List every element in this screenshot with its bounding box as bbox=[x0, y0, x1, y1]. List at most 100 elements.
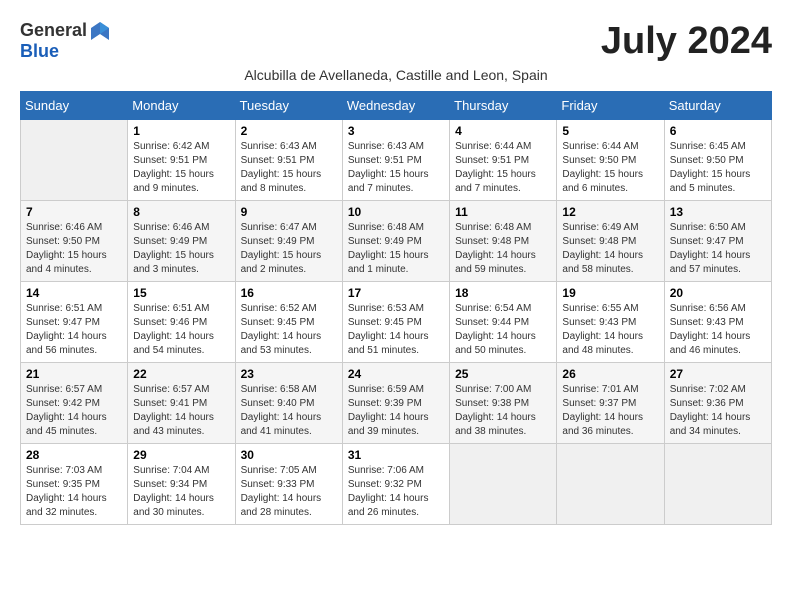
day-info: Sunrise: 6:49 AM Sunset: 9:48 PM Dayligh… bbox=[562, 221, 658, 277]
day-info: Sunrise: 6:53 AM Sunset: 9:45 PM Dayligh… bbox=[348, 302, 444, 358]
calendar-cell: 29 Sunrise: 7:04 AM Sunset: 9:34 PM Dayli… bbox=[128, 444, 235, 525]
day-number: 5 bbox=[562, 124, 658, 138]
calendar-cell: 30Sunrise: 7:05 AM Sunset: 9:33 PM Dayli… bbox=[235, 444, 342, 525]
calendar-week-4: 21 Sunrise: 6:57 AM Sunset: 9:42 PM Dayli… bbox=[21, 363, 772, 444]
calendar-cell: 26 Sunrise: 7:01 AM Sunset: 9:37 PM Dayli… bbox=[557, 363, 664, 444]
page-header: General Blue July 2024 bbox=[20, 20, 772, 63]
calendar-week-3: 14 Sunrise: 6:51 AM Sunset: 9:47 PM Dayli… bbox=[21, 282, 772, 363]
day-info: Sunrise: 6:44 AM Sunset: 9:51 PM Dayligh… bbox=[455, 140, 551, 196]
day-info: Sunrise: 7:02 AM Sunset: 9:36 PM Dayligh… bbox=[670, 383, 766, 439]
day-number: 26 bbox=[562, 367, 658, 381]
day-info: Sunrise: 6:57 AM Sunset: 9:42 PM Dayligh… bbox=[26, 383, 122, 439]
day-info: Sunrise: 6:50 AM Sunset: 9:47 PM Dayligh… bbox=[670, 221, 766, 277]
day-number: 29 bbox=[133, 448, 229, 462]
day-info: Sunrise: 6:57 AM Sunset: 9:41 PM Dayligh… bbox=[133, 383, 229, 439]
calendar-cell: 10 Sunrise: 6:48 AM Sunset: 9:49 PM Dayli… bbox=[342, 201, 449, 282]
calendar-cell: 14 Sunrise: 6:51 AM Sunset: 9:47 PM Dayli… bbox=[21, 282, 128, 363]
day-number: 6 bbox=[670, 124, 766, 138]
calendar-cell: 22 Sunrise: 6:57 AM Sunset: 9:41 PM Dayli… bbox=[128, 363, 235, 444]
day-info: Sunrise: 6:52 AM Sunset: 9:45 PM Dayligh… bbox=[241, 302, 337, 358]
day-number: 3 bbox=[348, 124, 444, 138]
day-header-sunday: Sunday bbox=[21, 92, 128, 120]
calendar-cell: 3 Sunrise: 6:43 AM Sunset: 9:51 PM Daylig… bbox=[342, 120, 449, 201]
day-number: 19 bbox=[562, 286, 658, 300]
day-number: 7 bbox=[26, 205, 122, 219]
day-info: Sunrise: 6:51 AM Sunset: 9:46 PM Dayligh… bbox=[133, 302, 229, 358]
header-row: SundayMondayTuesdayWednesdayThursdayFrid… bbox=[21, 92, 772, 120]
day-number: 4 bbox=[455, 124, 551, 138]
day-number: 18 bbox=[455, 286, 551, 300]
calendar-cell: 13 Sunrise: 6:50 AM Sunset: 9:47 PM Dayli… bbox=[664, 201, 771, 282]
day-number: 27 bbox=[670, 367, 766, 381]
day-info: Sunrise: 7:06 AM Sunset: 9:32 PM Dayligh… bbox=[348, 464, 444, 520]
calendar-cell: 28 Sunrise: 7:03 AM Sunset: 9:35 PM Dayli… bbox=[21, 444, 128, 525]
day-header-wednesday: Wednesday bbox=[342, 92, 449, 120]
day-header-monday: Monday bbox=[128, 92, 235, 120]
calendar-cell: 9 Sunrise: 6:47 AM Sunset: 9:49 PM Daylig… bbox=[235, 201, 342, 282]
day-info: Sunrise: 6:48 AM Sunset: 9:48 PM Dayligh… bbox=[455, 221, 551, 277]
calendar-cell: 20 Sunrise: 6:56 AM Sunset: 9:43 PM Dayli… bbox=[664, 282, 771, 363]
day-number: 14 bbox=[26, 286, 122, 300]
day-info: Sunrise: 6:59 AM Sunset: 9:39 PM Dayligh… bbox=[348, 383, 444, 439]
month-title: July 2024 bbox=[601, 20, 772, 63]
calendar-cell: 24Sunrise: 6:59 AM Sunset: 9:39 PM Dayli… bbox=[342, 363, 449, 444]
calendar-cell: 21 Sunrise: 6:57 AM Sunset: 9:42 PM Dayli… bbox=[21, 363, 128, 444]
calendar-cell: 27 Sunrise: 7:02 AM Sunset: 9:36 PM Dayli… bbox=[664, 363, 771, 444]
day-number: 8 bbox=[133, 205, 229, 219]
calendar-cell: 25Sunrise: 7:00 AM Sunset: 9:38 PM Dayli… bbox=[450, 363, 557, 444]
day-number: 9 bbox=[241, 205, 337, 219]
calendar-cell: 7Sunrise: 6:46 AM Sunset: 9:50 PM Daylig… bbox=[21, 201, 128, 282]
day-number: 17 bbox=[348, 286, 444, 300]
calendar-cell: 5Sunrise: 6:44 AM Sunset: 9:50 PM Daylig… bbox=[557, 120, 664, 201]
calendar-cell: 2 Sunrise: 6:43 AM Sunset: 9:51 PM Daylig… bbox=[235, 120, 342, 201]
day-info: Sunrise: 6:55 AM Sunset: 9:43 PM Dayligh… bbox=[562, 302, 658, 358]
day-info: Sunrise: 6:43 AM Sunset: 9:51 PM Dayligh… bbox=[241, 140, 337, 196]
day-number: 16 bbox=[241, 286, 337, 300]
subtitle: Alcubilla de Avellaneda, Castille and Le… bbox=[20, 67, 772, 83]
day-number: 25 bbox=[455, 367, 551, 381]
day-info: Sunrise: 6:43 AM Sunset: 9:51 PM Dayligh… bbox=[348, 140, 444, 196]
calendar-cell: 11Sunrise: 6:48 AM Sunset: 9:48 PM Dayli… bbox=[450, 201, 557, 282]
day-info: Sunrise: 7:03 AM Sunset: 9:35 PM Dayligh… bbox=[26, 464, 122, 520]
logo-general: General bbox=[20, 21, 87, 41]
day-number: 10 bbox=[348, 205, 444, 219]
calendar-cell: 23Sunrise: 6:58 AM Sunset: 9:40 PM Dayli… bbox=[235, 363, 342, 444]
day-info: Sunrise: 7:01 AM Sunset: 9:37 PM Dayligh… bbox=[562, 383, 658, 439]
day-header-saturday: Saturday bbox=[664, 92, 771, 120]
calendar-table: SundayMondayTuesdayWednesdayThursdayFrid… bbox=[20, 91, 772, 525]
day-number: 15 bbox=[133, 286, 229, 300]
calendar-cell: 31 Sunrise: 7:06 AM Sunset: 9:32 PM Dayli… bbox=[342, 444, 449, 525]
day-info: Sunrise: 6:56 AM Sunset: 9:43 PM Dayligh… bbox=[670, 302, 766, 358]
day-number: 23 bbox=[241, 367, 337, 381]
calendar-cell bbox=[664, 444, 771, 525]
logo-blue: Blue bbox=[20, 41, 59, 61]
calendar-cell: 15 Sunrise: 6:51 AM Sunset: 9:46 PM Dayli… bbox=[128, 282, 235, 363]
day-info: Sunrise: 6:47 AM Sunset: 9:49 PM Dayligh… bbox=[241, 221, 337, 277]
day-header-tuesday: Tuesday bbox=[235, 92, 342, 120]
calendar-cell bbox=[557, 444, 664, 525]
day-number: 31 bbox=[348, 448, 444, 462]
day-info: Sunrise: 6:54 AM Sunset: 9:44 PM Dayligh… bbox=[455, 302, 551, 358]
day-header-friday: Friday bbox=[557, 92, 664, 120]
day-info: Sunrise: 6:51 AM Sunset: 9:47 PM Dayligh… bbox=[26, 302, 122, 358]
day-number: 1 bbox=[133, 124, 229, 138]
day-header-thursday: Thursday bbox=[450, 92, 557, 120]
calendar-cell: 1 Sunrise: 6:42 AM Sunset: 9:51 PM Daylig… bbox=[128, 120, 235, 201]
logo-icon bbox=[89, 20, 111, 42]
day-number: 30 bbox=[241, 448, 337, 462]
day-info: Sunrise: 6:46 AM Sunset: 9:49 PM Dayligh… bbox=[133, 221, 229, 277]
day-number: 22 bbox=[133, 367, 229, 381]
day-number: 21 bbox=[26, 367, 122, 381]
calendar-cell bbox=[450, 444, 557, 525]
day-info: Sunrise: 6:45 AM Sunset: 9:50 PM Dayligh… bbox=[670, 140, 766, 196]
calendar-cell: 18 Sunrise: 6:54 AM Sunset: 9:44 PM Dayli… bbox=[450, 282, 557, 363]
day-number: 13 bbox=[670, 205, 766, 219]
day-number: 28 bbox=[26, 448, 122, 462]
day-number: 20 bbox=[670, 286, 766, 300]
day-info: Sunrise: 6:48 AM Sunset: 9:49 PM Dayligh… bbox=[348, 221, 444, 277]
calendar-week-1: 1 Sunrise: 6:42 AM Sunset: 9:51 PM Daylig… bbox=[21, 120, 772, 201]
day-info: Sunrise: 7:04 AM Sunset: 9:34 PM Dayligh… bbox=[133, 464, 229, 520]
day-number: 2 bbox=[241, 124, 337, 138]
day-info: Sunrise: 6:42 AM Sunset: 9:51 PM Dayligh… bbox=[133, 140, 229, 196]
calendar-cell: 16 Sunrise: 6:52 AM Sunset: 9:45 PM Dayli… bbox=[235, 282, 342, 363]
